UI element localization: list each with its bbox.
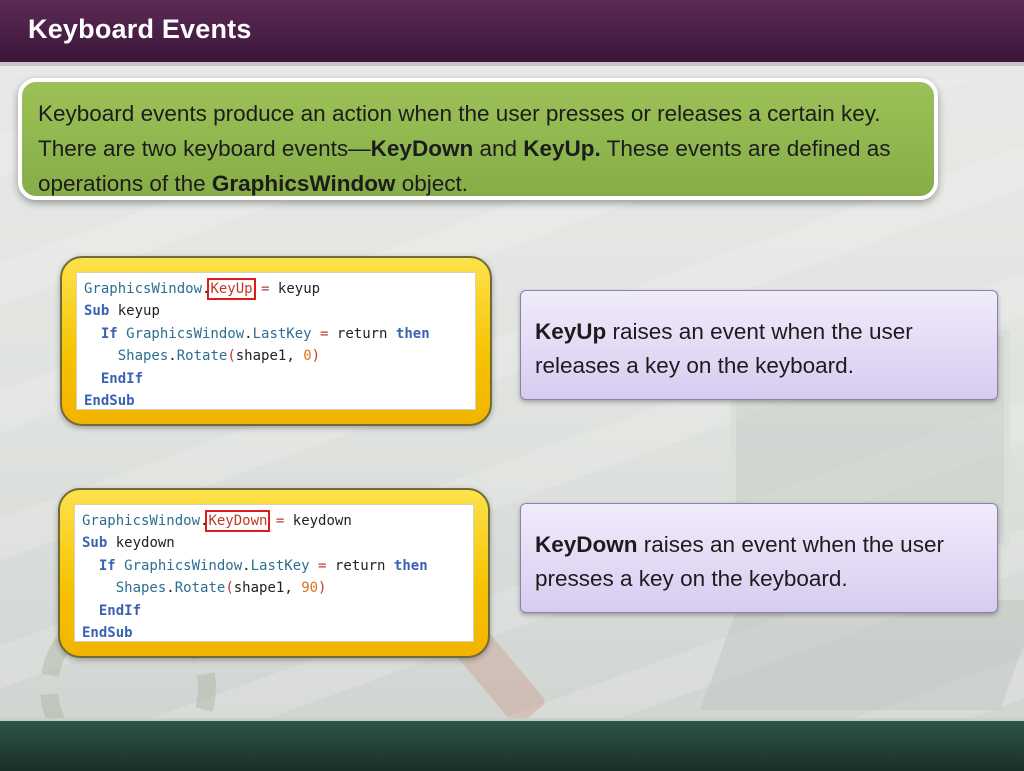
code-token: =	[311, 325, 337, 342]
title-bar: Keyboard Events	[0, 0, 1024, 66]
code-token: LastKey	[252, 325, 312, 342]
code-token: return	[334, 557, 394, 574]
code-line: EndIf	[84, 368, 468, 390]
laptop-illustration	[699, 600, 1024, 710]
keydown-code-card: GraphicsWindow.KeyDown = keydown Sub key…	[58, 488, 490, 658]
code-token: EndIf	[100, 370, 144, 387]
keydown-code-block: GraphicsWindow.KeyDown = keydown Sub key…	[74, 504, 474, 642]
code-token: Shapes	[115, 580, 167, 597]
code-token: .	[242, 557, 251, 574]
code-line: EndSub	[84, 390, 468, 412]
intro-text-2: and	[473, 136, 524, 161]
keyup-code-block: GraphicsWindow.KeyUp = keyup Sub keyup I…	[76, 272, 476, 410]
keydown-event-highlight: KeyDown	[205, 510, 271, 532]
code-token: If	[98, 557, 116, 574]
code-token: then	[395, 325, 430, 342]
code-token: (	[225, 580, 234, 597]
footer-bar	[0, 718, 1024, 771]
code-token: keyup	[277, 281, 321, 297]
keyup-code-card: GraphicsWindow.KeyUp = keyup Sub keyup I…	[60, 256, 492, 426]
code-token: Rotate	[174, 580, 226, 597]
code-token: LastKey	[250, 557, 310, 574]
code-line: EndSub	[82, 622, 466, 644]
code-token: shape1,	[235, 348, 304, 365]
code-token: =	[267, 513, 293, 529]
code-token: .	[168, 348, 177, 365]
code-token: Shapes	[117, 348, 169, 365]
keydown-term: KeyDown	[535, 532, 638, 557]
code-line: Sub keydown	[82, 532, 466, 554]
code-line: Shapes.Rotate(shape1, 0)	[84, 345, 468, 367]
intro-keyup: KeyUp.	[523, 136, 601, 161]
code-token: Rotate	[176, 348, 228, 365]
code-token: 90	[301, 580, 319, 597]
code-token: keydown	[292, 513, 352, 529]
code-token: EndSub	[82, 624, 133, 641]
intro-text-4: object.	[395, 171, 468, 196]
code-token: EndSub	[84, 392, 135, 409]
code-token: .	[244, 325, 253, 342]
code-line: Sub keyup	[84, 300, 468, 322]
code-token: If	[100, 325, 118, 342]
intro-keydown: KeyDown	[370, 136, 474, 161]
code-token: .	[166, 580, 175, 597]
code-token: GraphicsWindow	[117, 325, 245, 342]
code-token: =	[309, 557, 335, 574]
code-token: keyup	[109, 303, 160, 320]
code-line: GraphicsWindow.KeyUp = keyup	[84, 278, 468, 300]
code-line: EndIf	[82, 600, 466, 622]
slide-title: Keyboard Events	[28, 14, 252, 44]
keyup-term: KeyUp	[535, 319, 607, 344]
code-token: Sub	[84, 303, 110, 320]
intro-graphicswindow: GraphicsWindow	[211, 171, 396, 196]
code-token: then	[393, 557, 428, 574]
code-token: GraphicsWindow	[82, 513, 201, 529]
code-token: GraphicsWindow	[84, 281, 203, 297]
code-token: =	[252, 281, 278, 297]
code-token: shape1,	[233, 580, 302, 597]
intro-callout: Keyboard events produce an action when t…	[18, 78, 938, 200]
code-token: return	[336, 325, 396, 342]
keyup-event-highlight: KeyUp	[207, 278, 256, 300]
code-token: )	[311, 348, 321, 365]
code-token: GraphicsWindow	[115, 557, 243, 574]
code-token: Sub	[82, 535, 108, 552]
keydown-description: KeyDown raises an event when the user pr…	[520, 503, 998, 613]
code-token: keydown	[107, 535, 175, 552]
code-line: If GraphicsWindow.LastKey = return then	[84, 323, 468, 345]
code-line: If GraphicsWindow.LastKey = return then	[82, 555, 466, 577]
code-token: 0	[303, 348, 312, 365]
code-line: Shapes.Rotate(shape1, 90)	[82, 577, 466, 599]
code-token: EndIf	[98, 602, 142, 619]
code-token: )	[318, 580, 327, 597]
keyup-description: KeyUp raises an event when the user rele…	[520, 290, 998, 400]
code-token: (	[227, 348, 236, 365]
code-line: GraphicsWindow.KeyDown = keydown	[82, 510, 466, 532]
